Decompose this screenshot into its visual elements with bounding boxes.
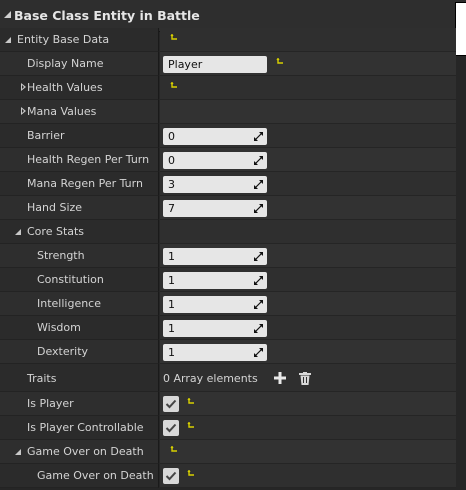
property-row-health-values[interactable]: Health Values: [0, 76, 456, 100]
property-row-intelligence: Intelligence 1: [0, 292, 456, 316]
property-row-wisdom: Wisdom 1: [0, 316, 456, 340]
spin-drag-icon[interactable]: [253, 203, 264, 214]
barrier-input[interactable]: 0: [163, 128, 267, 145]
property-row-is-player-controllable: Is Player Controllable: [0, 416, 456, 440]
property-label: Is Player Controllable: [27, 421, 144, 434]
mana-regen-input[interactable]: 3: [163, 176, 267, 193]
spin-drag-icon[interactable]: [253, 251, 264, 262]
property-label: Dexterity: [37, 345, 89, 358]
property-row-display-name: Display Name Player: [0, 52, 456, 76]
numeric-value: 0: [168, 154, 175, 167]
hand-size-input[interactable]: 7: [163, 200, 267, 217]
spin-drag-icon[interactable]: [253, 323, 264, 334]
add-element-icon[interactable]: [274, 372, 286, 384]
numeric-value: 1: [168, 250, 175, 263]
property-row-traits: Traits 0 Array elements: [0, 364, 456, 392]
checkmark-icon: [165, 471, 177, 481]
health-regen-input[interactable]: 0: [163, 152, 267, 169]
property-row-dexterity: Dexterity 1: [0, 340, 456, 364]
tooltip-popup: [455, 2, 466, 56]
checkmark-icon: [165, 423, 177, 433]
property-label: Mana Regen Per Turn: [27, 177, 143, 190]
property-label: Mana Values: [27, 105, 97, 118]
property-label: Is Player: [27, 397, 74, 410]
property-list: Entity Base Data Display Name Player Hea…: [0, 28, 456, 488]
category-title: Base Class Entity in Battle: [14, 8, 200, 23]
property-label: Health Values: [27, 81, 103, 94]
reset-to-default-icon[interactable]: [170, 34, 178, 42]
property-label: Strength: [37, 249, 85, 262]
intelligence-input[interactable]: 1: [163, 296, 267, 313]
numeric-value: 1: [168, 298, 175, 311]
dexterity-input[interactable]: 1: [163, 344, 267, 361]
property-label: Core Stats: [27, 225, 85, 238]
property-label: Display Name: [27, 57, 104, 70]
numeric-value: 3: [168, 178, 175, 191]
property-label: Entity Base Data: [17, 33, 110, 46]
expand-arrow-icon[interactable]: [21, 107, 26, 115]
numeric-value: 0: [168, 130, 175, 143]
property-row-barrier: Barrier 0: [0, 124, 456, 148]
property-label: Barrier: [27, 129, 65, 142]
spin-drag-icon[interactable]: [253, 347, 264, 358]
reset-to-default-icon[interactable]: [276, 58, 284, 66]
property-label: Intelligence: [37, 297, 102, 310]
scrollbar[interactable]: [456, 56, 466, 490]
details-panel: Base Class Entity in Battle Entity Base …: [0, 0, 466, 490]
property-label: Traits: [27, 372, 57, 385]
property-row-core-stats[interactable]: Core Stats: [0, 220, 456, 244]
spin-drag-icon[interactable]: [253, 299, 264, 310]
display-name-input[interactable]: Player: [163, 56, 267, 73]
numeric-value: 1: [168, 274, 175, 287]
property-label: Hand Size: [27, 201, 83, 214]
game-over-on-death-checkbox[interactable]: [163, 468, 179, 484]
property-label: Game Over on Death: [27, 445, 144, 458]
spin-drag-icon[interactable]: [253, 155, 264, 166]
reset-to-default-icon[interactable]: [170, 82, 178, 90]
delete-all-icon[interactable]: [299, 372, 311, 385]
expand-arrow-icon[interactable]: [15, 449, 21, 455]
property-row-hand-size: Hand Size 7: [0, 196, 456, 220]
property-row-health-regen: Health Regen Per Turn 0: [0, 148, 456, 172]
reset-to-default-icon[interactable]: [187, 422, 195, 430]
is-player-checkbox[interactable]: [163, 396, 179, 412]
collapse-arrow-icon[interactable]: [4, 11, 11, 18]
property-row-mana-values[interactable]: Mana Values: [0, 100, 456, 124]
reset-to-default-icon[interactable]: [187, 398, 195, 406]
checkmark-icon: [165, 399, 177, 409]
property-row-game-over-on-death: Game Over on Death: [0, 464, 456, 488]
array-count: 0 Array elements: [163, 372, 258, 385]
property-row-mana-regen: Mana Regen Per Turn 3: [0, 172, 456, 196]
property-label: Wisdom: [37, 321, 81, 334]
constitution-input[interactable]: 1: [163, 272, 267, 289]
numeric-value: 7: [168, 202, 175, 215]
spin-drag-icon[interactable]: [253, 275, 264, 286]
property-row-is-player: Is Player: [0, 392, 456, 416]
expand-arrow-icon[interactable]: [21, 83, 26, 91]
strength-input[interactable]: 1: [163, 248, 267, 265]
property-row-game-over-group[interactable]: Game Over on Death: [0, 440, 456, 464]
property-row-entity-base-data[interactable]: Entity Base Data: [0, 28, 456, 52]
numeric-value: 1: [168, 322, 175, 335]
property-label: Constitution: [37, 273, 104, 286]
reset-to-default-icon[interactable]: [170, 446, 178, 454]
wisdom-input[interactable]: 1: [163, 320, 267, 337]
spin-drag-icon[interactable]: [253, 131, 264, 142]
is-player-controllable-checkbox[interactable]: [163, 420, 179, 436]
property-row-strength: Strength 1: [0, 244, 456, 268]
numeric-value: 1: [168, 346, 175, 359]
property-row-constitution: Constitution 1: [0, 268, 456, 292]
expand-arrow-icon[interactable]: [15, 229, 21, 235]
property-label: Game Over on Death: [37, 469, 154, 482]
reset-to-default-icon[interactable]: [187, 470, 195, 478]
spin-drag-icon[interactable]: [253, 179, 264, 190]
property-label: Health Regen Per Turn: [27, 153, 150, 166]
expand-arrow-icon[interactable]: [5, 37, 11, 43]
